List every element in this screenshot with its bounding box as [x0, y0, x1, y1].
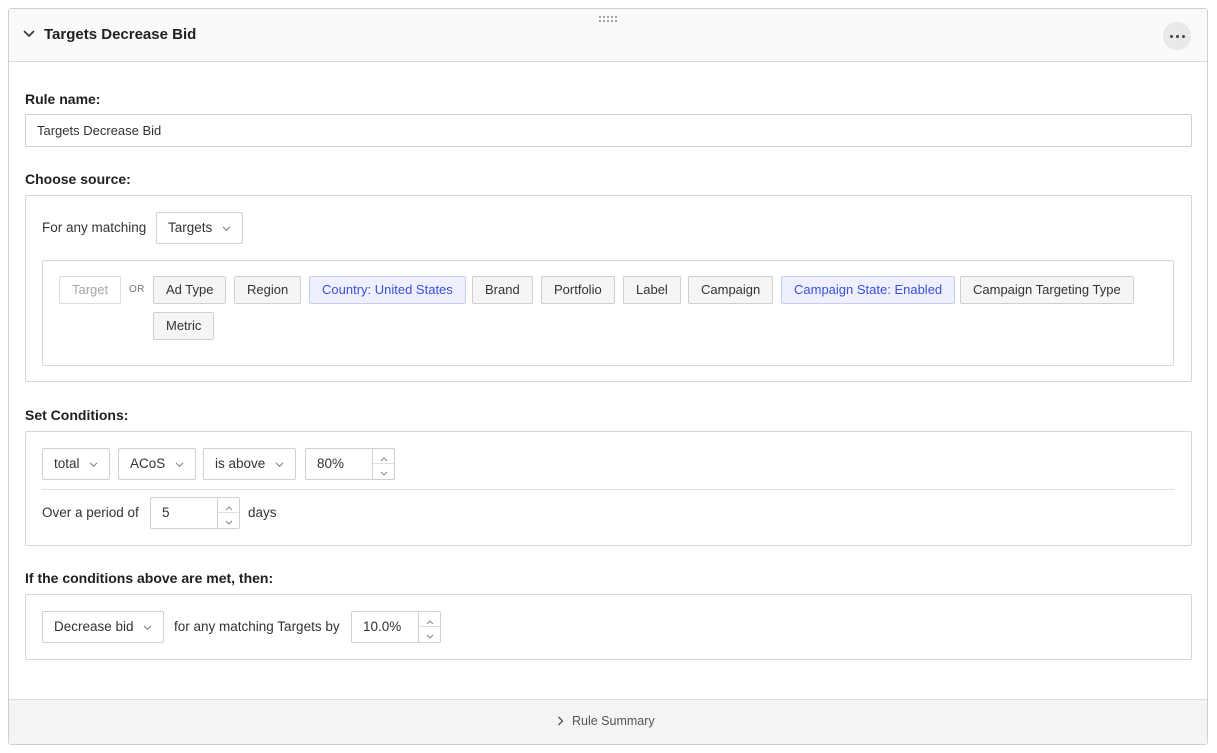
conditions-divider: [42, 489, 1174, 490]
action-label: If the conditions above are met, then:: [25, 570, 274, 586]
chevron-down-icon: [222, 226, 231, 232]
decrement-button[interactable]: [373, 464, 394, 479]
filter-chip-portfolio[interactable]: Portfolio: [541, 276, 615, 304]
action-select-value: Decrease bid: [54, 619, 134, 634]
metric-select[interactable]: ACoS: [118, 448, 197, 480]
chevron-down-icon: [380, 471, 387, 476]
filter-chip-region[interactable]: Region: [234, 276, 302, 304]
more-dots-icon: [1169, 34, 1173, 38]
conditions-panel: total ACoS is above 80% Over a period of…: [25, 431, 1192, 546]
chevron-right-icon: [558, 716, 564, 726]
increment-button[interactable]: [419, 612, 440, 627]
action-panel: Decrease bid for any matching Targets by…: [25, 594, 1192, 660]
chevron-down-icon[interactable]: [23, 28, 35, 40]
period-value: 5: [162, 505, 170, 520]
chevron-down-icon: [89, 462, 98, 468]
or-label: OR: [129, 284, 145, 295]
increment-button[interactable]: [218, 498, 239, 513]
card-footer: Rule Summary: [9, 699, 1207, 744]
rule-name-label: Rule name:: [25, 91, 101, 107]
action-select[interactable]: Decrease bid: [42, 611, 165, 643]
rule-name-input[interactable]: Targets Decrease Bid: [25, 114, 1192, 147]
threshold-value: 80%: [317, 456, 345, 471]
choose-source-label: Choose source:: [25, 171, 131, 187]
operator-select[interactable]: is above: [203, 448, 297, 480]
action-middle-text: for any matching Targets by: [174, 619, 340, 634]
entity-select[interactable]: Targets: [156, 212, 244, 244]
set-conditions-label: Set Conditions:: [25, 407, 129, 423]
rule-summary-toggle[interactable]: Rule Summary: [557, 714, 655, 728]
chevron-up-icon: [225, 506, 232, 511]
card-header: Targets Decrease Bid: [9, 9, 1207, 62]
source-panel: For any matching Targets Target OR Ad Ty…: [25, 195, 1192, 382]
aggregate-select[interactable]: total: [42, 448, 111, 480]
chevron-down-icon: [426, 634, 433, 639]
chevron-down-icon: [275, 462, 284, 468]
drag-handle-icon[interactable]: [599, 16, 619, 24]
decrement-button[interactable]: [218, 513, 239, 528]
entity-select-value: Targets: [168, 220, 213, 235]
filter-chip-target[interactable]: Target: [59, 276, 122, 304]
decrement-button[interactable]: [419, 627, 440, 642]
chevron-down-icon: [175, 462, 184, 468]
period-suffix-text: days: [248, 505, 277, 520]
rule-summary-label: Rule Summary: [572, 714, 655, 728]
filter-chip-ad-type[interactable]: Ad Type: [153, 276, 227, 304]
rule-title: Targets Decrease Bid: [44, 26, 197, 43]
filter-chip-metric[interactable]: Metric: [153, 312, 215, 340]
source-filter-area: Target OR Ad Type Region Country: United…: [42, 260, 1174, 366]
operator-select-value: is above: [215, 456, 266, 471]
aggregate-select-value: total: [54, 456, 80, 471]
threshold-stepper[interactable]: 80%: [305, 448, 395, 480]
chevron-down-icon: [225, 520, 232, 525]
filter-chip-campaign-state[interactable]: Campaign State: Enabled: [781, 276, 956, 304]
for-any-matching-text: For any matching: [42, 220, 147, 235]
amount-stepper[interactable]: 10.0%: [351, 611, 441, 643]
chevron-up-icon: [380, 457, 387, 462]
metric-select-value: ACoS: [130, 456, 166, 471]
filter-chip-campaign[interactable]: Campaign: [688, 276, 774, 304]
period-stepper[interactable]: 5: [150, 497, 240, 529]
chevron-down-icon: [143, 625, 152, 631]
increment-button[interactable]: [373, 449, 394, 464]
period-prefix-text: Over a period of: [42, 505, 139, 520]
rule-card: Targets Decrease Bid Rule name: Targets …: [8, 8, 1208, 745]
chevron-up-icon: [426, 620, 433, 625]
filter-chip-brand[interactable]: Brand: [472, 276, 533, 304]
more-options-button[interactable]: [1163, 22, 1191, 50]
filter-chip-campaign-targeting-type[interactable]: Campaign Targeting Type: [960, 276, 1134, 304]
filter-chip-label[interactable]: Label: [623, 276, 681, 304]
filter-chip-country[interactable]: Country: United States: [309, 276, 466, 304]
amount-value: 10.0%: [363, 619, 402, 634]
